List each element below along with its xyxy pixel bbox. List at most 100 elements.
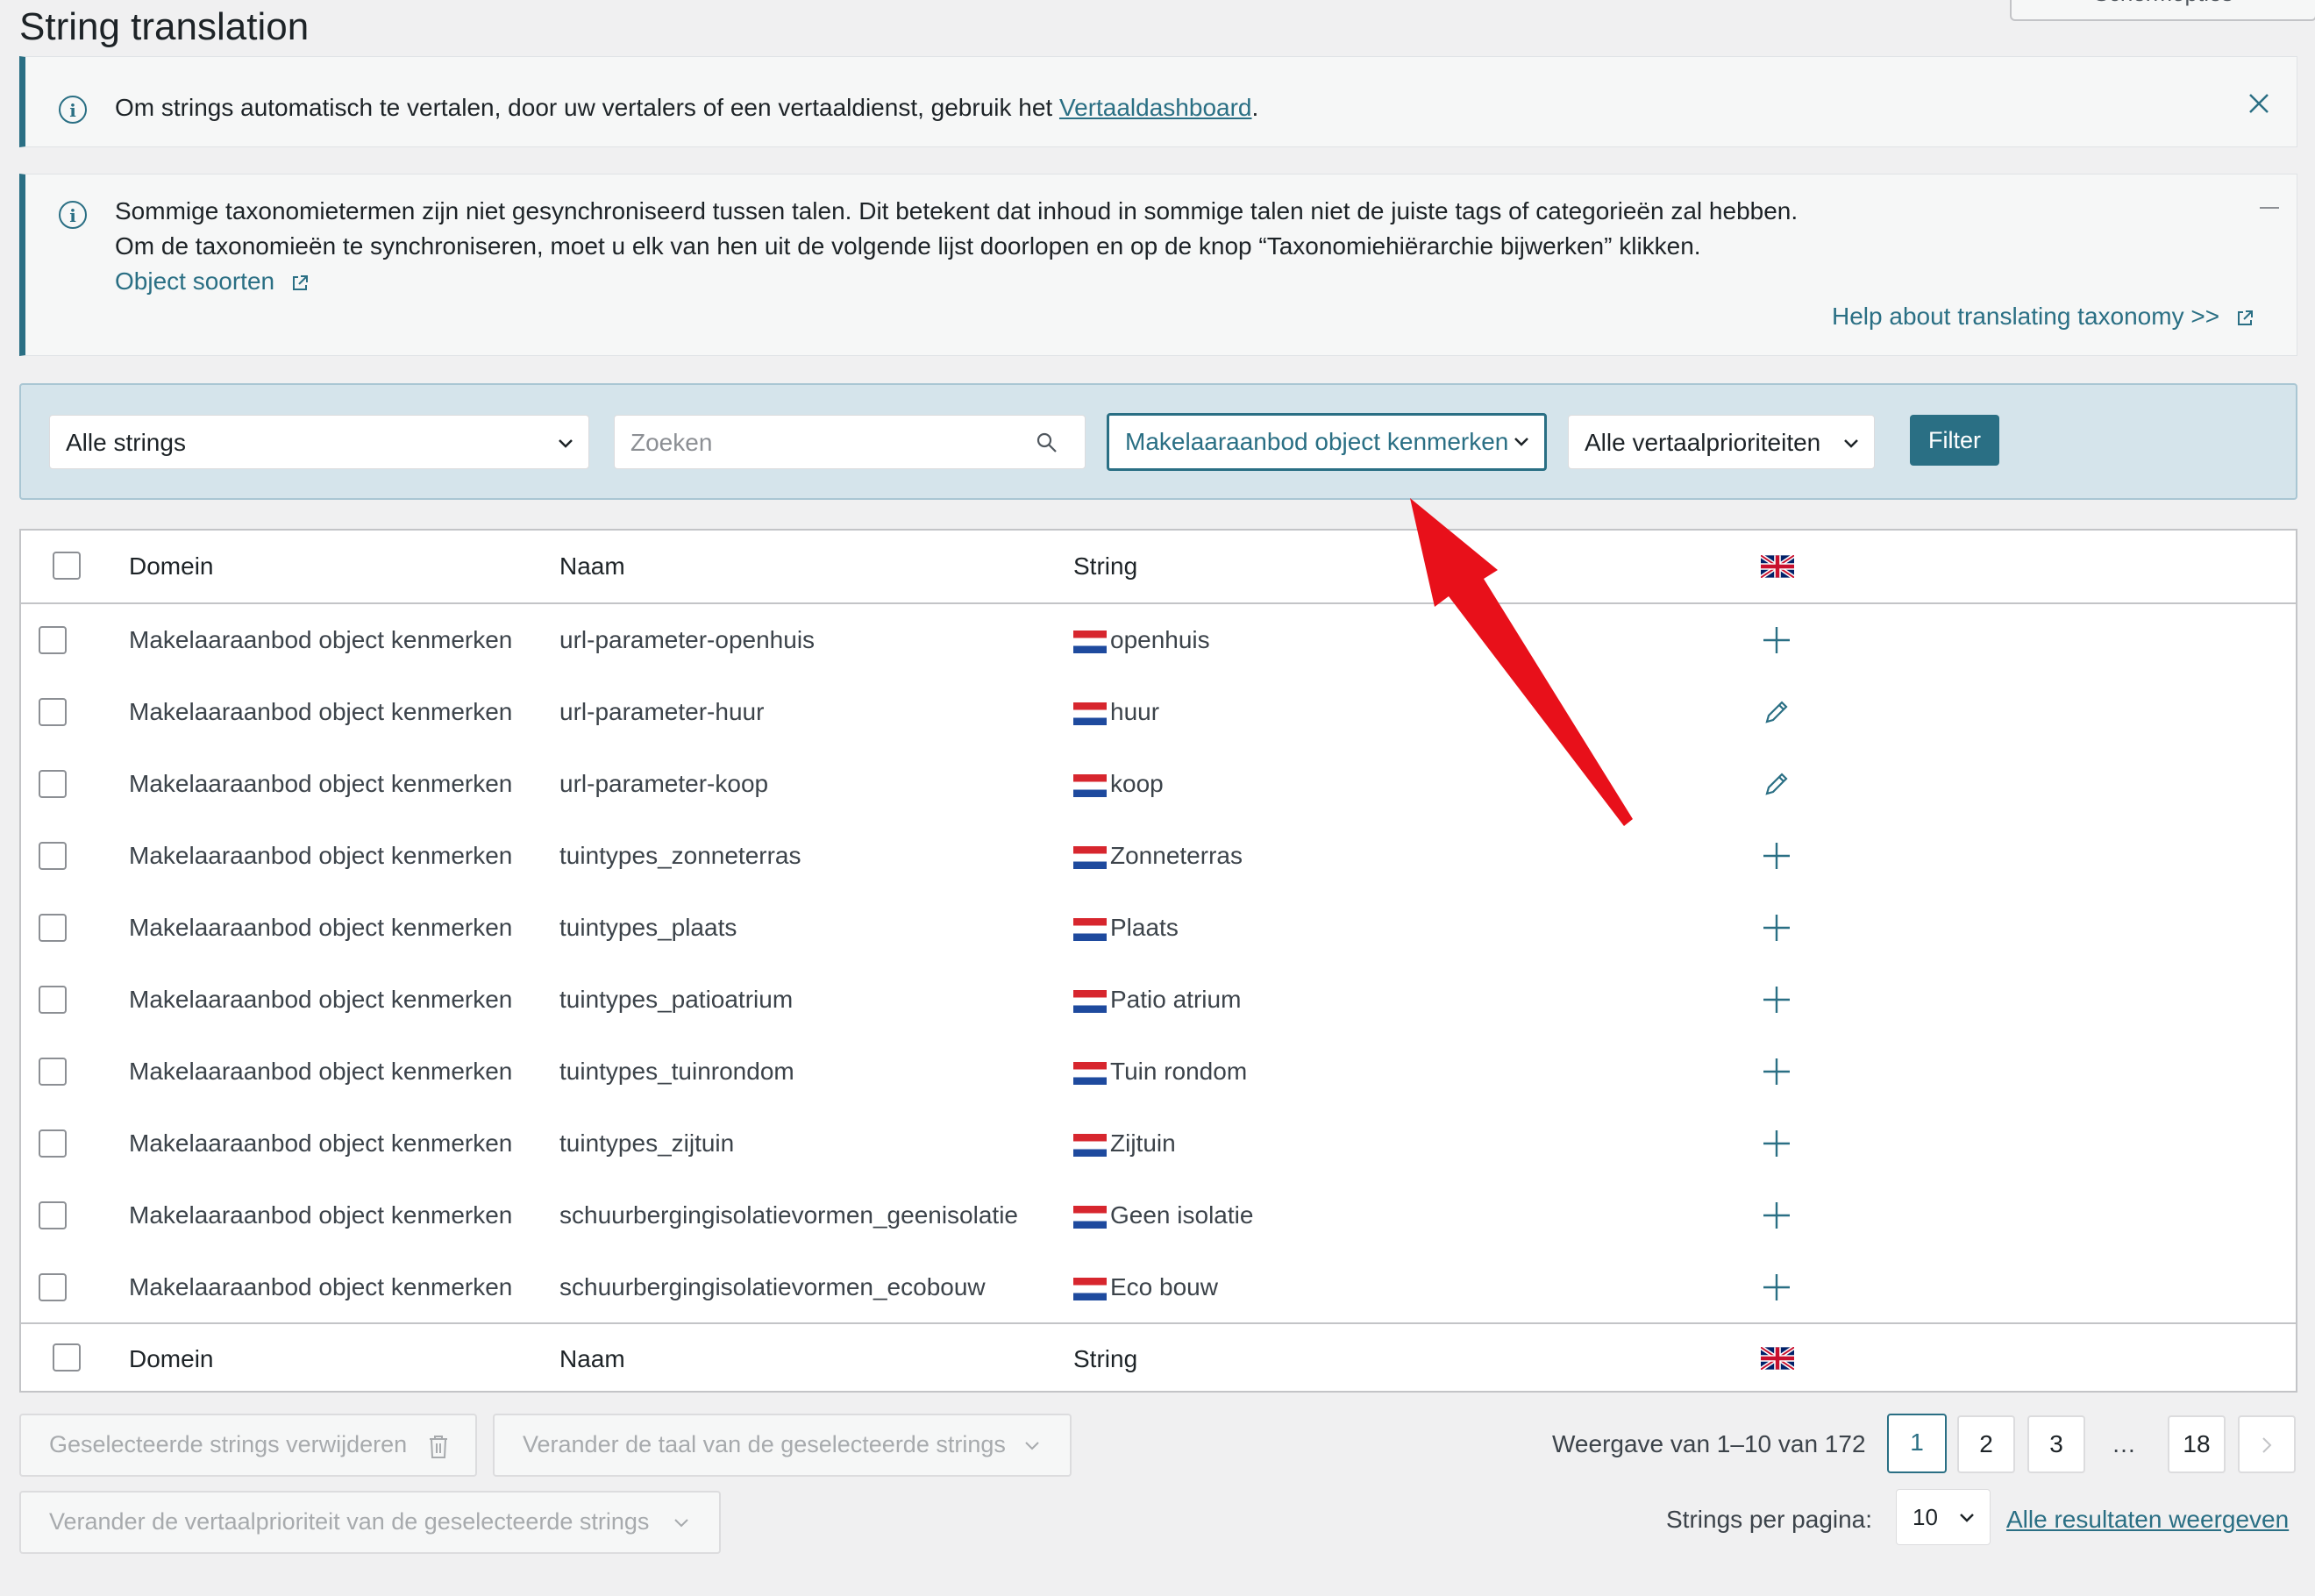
row-string: Tuin rondom: [1073, 1036, 1247, 1108]
taxonomy-sync-line2: Om de taxonomieën te synchroniseren, moe…: [115, 232, 1701, 260]
chevron-down-icon: [1844, 439, 1858, 448]
table-row: Makelaaraanbod object kenmerken tuintypes…: [21, 820, 2296, 892]
close-icon[interactable]: [2247, 92, 2270, 115]
strings-select-value: Alle strings: [66, 429, 186, 456]
strings-select[interactable]: Alle strings: [49, 415, 589, 469]
select-all-checkbox[interactable]: [53, 552, 81, 580]
row-string-value: openhuis: [1110, 626, 1210, 653]
column-footer-domain[interactable]: Domein: [129, 1324, 213, 1394]
row-name: schuurbergingisolatievormen_geenisolatie: [559, 1201, 1018, 1229]
table-row: Makelaaraanbod object kenmerken tuintypes…: [21, 1036, 2296, 1108]
screen-options-button[interactable]: Schermopties: [2010, 0, 2315, 21]
change-priority-button[interactable]: Verander de vertaalprioriteit van de ges…: [19, 1491, 721, 1554]
row-name: tuintypes_patioatrium: [559, 986, 794, 1013]
edit-pencil-icon[interactable]: [1762, 769, 1791, 799]
dutch-flag-icon: [1073, 917, 1107, 941]
info-icon: i: [59, 201, 87, 229]
english-flag-icon: [1761, 1347, 1794, 1370]
domain-select[interactable]: Makelaaraanbod object kenmerken: [1107, 413, 1547, 471]
change-language-button[interactable]: Verander de taal van de geselecteerde st…: [493, 1414, 1072, 1477]
row-checkbox[interactable]: [39, 1129, 67, 1158]
dashboard-notice: i Om strings automatisch te vertalen, do…: [19, 56, 2297, 147]
row-checkbox[interactable]: [39, 1201, 67, 1229]
dutch-flag-icon: [1073, 630, 1107, 653]
add-translation-icon[interactable]: [1762, 625, 1791, 655]
row-string-value: Zijtuin: [1110, 1129, 1176, 1157]
strings-table: Domein Naam String Makelaaraanbod object…: [19, 529, 2297, 1393]
page-button-3[interactable]: 3: [2027, 1415, 2085, 1473]
add-translation-icon[interactable]: [1762, 913, 1791, 943]
change-language-label: Verander de taal van de geselecteerde st…: [523, 1431, 1006, 1457]
chevron-down-icon: [559, 439, 573, 448]
column-header-domain[interactable]: Domein: [129, 531, 213, 602]
edit-pencil-icon[interactable]: [1762, 697, 1791, 727]
help-taxonomy-link-wrap: Help about translating taxonomy >>: [1832, 299, 2254, 334]
row-domain: Makelaaraanbod object kenmerken: [129, 1058, 513, 1085]
row-checkbox[interactable]: [39, 986, 67, 1014]
column-footer-string[interactable]: String: [1073, 1324, 1137, 1394]
row-name: url-parameter-koop: [559, 770, 769, 797]
add-translation-icon[interactable]: [1762, 985, 1791, 1015]
search-icon[interactable]: [1036, 431, 1058, 454]
row-domain: Makelaaraanbod object kenmerken: [129, 1273, 513, 1300]
table-footer: Domein Naam String: [21, 1322, 2296, 1394]
row-string: Geen isolatie: [1073, 1179, 1253, 1251]
dutch-flag-icon: [1073, 1277, 1107, 1300]
row-domain: Makelaaraanbod object kenmerken: [129, 1129, 513, 1157]
row-name: url-parameter-huur: [559, 698, 765, 725]
show-all-results-link[interactable]: Alle resultaten weergeven: [2006, 1491, 2289, 1549]
next-page-button[interactable]: [2238, 1415, 2296, 1473]
row-string: Plaats: [1073, 892, 1179, 964]
search-input[interactable]: Zoeken: [614, 415, 1086, 469]
delete-selected-label: Geselecteerde strings verwijderen: [49, 1431, 408, 1457]
row-checkbox[interactable]: [39, 1273, 67, 1301]
search-placeholder: Zoeken: [630, 429, 713, 456]
row-checkbox[interactable]: [39, 1058, 67, 1086]
column-header-string[interactable]: String: [1073, 531, 1137, 602]
filter-button[interactable]: Filter: [1910, 415, 1999, 466]
column-footer-name[interactable]: Naam: [559, 1324, 625, 1394]
table-row: Makelaaraanbod object kenmerken schuurber…: [21, 1179, 2296, 1251]
page-button-1[interactable]: 1: [1887, 1414, 1947, 1473]
add-translation-icon[interactable]: [1762, 1201, 1791, 1230]
table-row: Makelaaraanbod object kenmerken tuintypes…: [21, 964, 2296, 1036]
add-translation-icon[interactable]: [1762, 1057, 1791, 1087]
row-string-value: Plaats: [1110, 914, 1179, 941]
chevron-down-icon: [674, 1519, 688, 1528]
per-page-select[interactable]: 10: [1896, 1489, 1991, 1545]
taxonomy-sync-notice: i Sommige taxonomietermen zijn niet gesy…: [19, 174, 2297, 356]
object-types-link[interactable]: Object soorten: [115, 267, 274, 295]
row-name: tuintypes_zijtuin: [559, 1129, 735, 1157]
trash-icon: [430, 1436, 447, 1458]
row-string-value: Tuin rondom: [1110, 1058, 1248, 1085]
annotation-arrow: [1410, 498, 1633, 826]
change-priority-label: Verander de vertaalprioriteit van de ges…: [49, 1508, 650, 1535]
row-checkbox[interactable]: [39, 842, 67, 870]
external-link-icon: [2237, 310, 2253, 325]
table-row: Makelaaraanbod object kenmerken url-param…: [21, 604, 2296, 676]
add-translation-icon[interactable]: [1762, 841, 1791, 871]
row-checkbox[interactable]: [39, 626, 67, 654]
table-header: Domein Naam String: [21, 531, 2296, 604]
select-all-checkbox-footer[interactable]: [53, 1343, 81, 1372]
page-title: String translation: [19, 5, 310, 48]
row-domain: Makelaaraanbod object kenmerken: [129, 770, 513, 797]
delete-selected-button[interactable]: Geselecteerde strings verwijderen: [19, 1414, 477, 1477]
row-checkbox[interactable]: [39, 770, 67, 798]
external-link-icon: [292, 274, 308, 290]
row-string: Eco bouw: [1073, 1251, 1218, 1323]
priority-select[interactable]: Alle vertaalprioriteiten: [1568, 415, 1875, 469]
add-translation-icon[interactable]: [1762, 1272, 1791, 1302]
per-page-value: 10: [1913, 1504, 1938, 1530]
page-button-18[interactable]: 18: [2168, 1415, 2226, 1473]
add-translation-icon[interactable]: [1762, 1129, 1791, 1158]
help-taxonomy-link[interactable]: Help about translating taxonomy >>: [1832, 303, 2219, 330]
translation-dashboard-link[interactable]: Vertaaldashboard: [1059, 94, 1252, 121]
row-checkbox[interactable]: [39, 698, 67, 726]
column-header-name[interactable]: Naam: [559, 531, 625, 602]
row-name: schuurbergingisolatievormen_ecobouw: [559, 1273, 986, 1300]
collapse-icon[interactable]: [2260, 206, 2279, 210]
page-button-2[interactable]: 2: [1957, 1415, 2015, 1473]
row-string-value: Eco bouw: [1110, 1273, 1218, 1300]
row-checkbox[interactable]: [39, 914, 67, 942]
